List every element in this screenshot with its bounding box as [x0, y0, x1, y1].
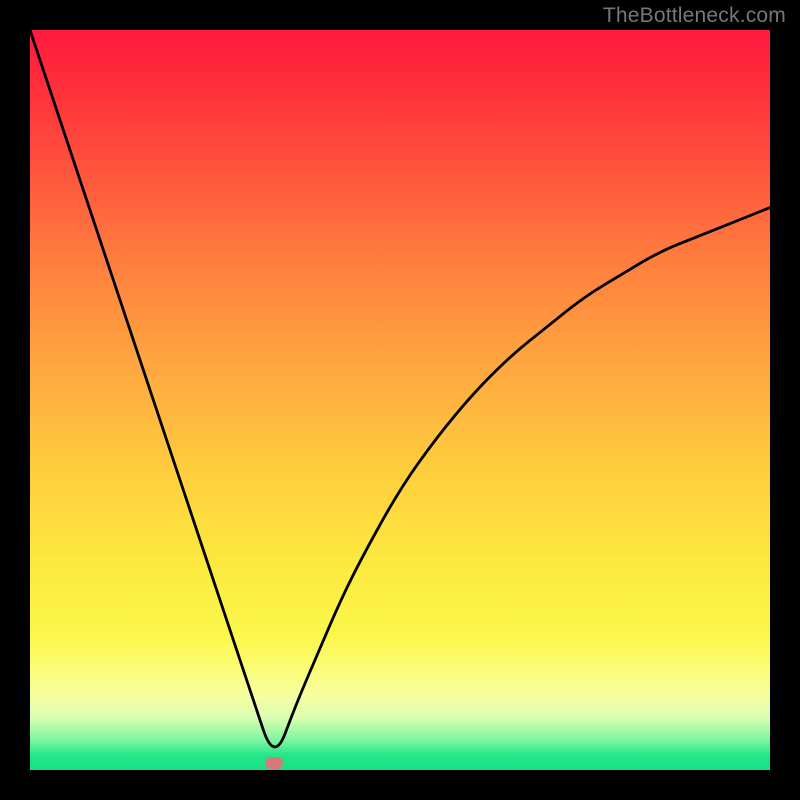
bottleneck-curve [30, 30, 770, 770]
chart-frame: TheBottleneck.com [0, 0, 800, 800]
plot-area [30, 30, 770, 770]
optimum-marker [265, 757, 283, 769]
watermark-text: TheBottleneck.com [603, 4, 786, 28]
